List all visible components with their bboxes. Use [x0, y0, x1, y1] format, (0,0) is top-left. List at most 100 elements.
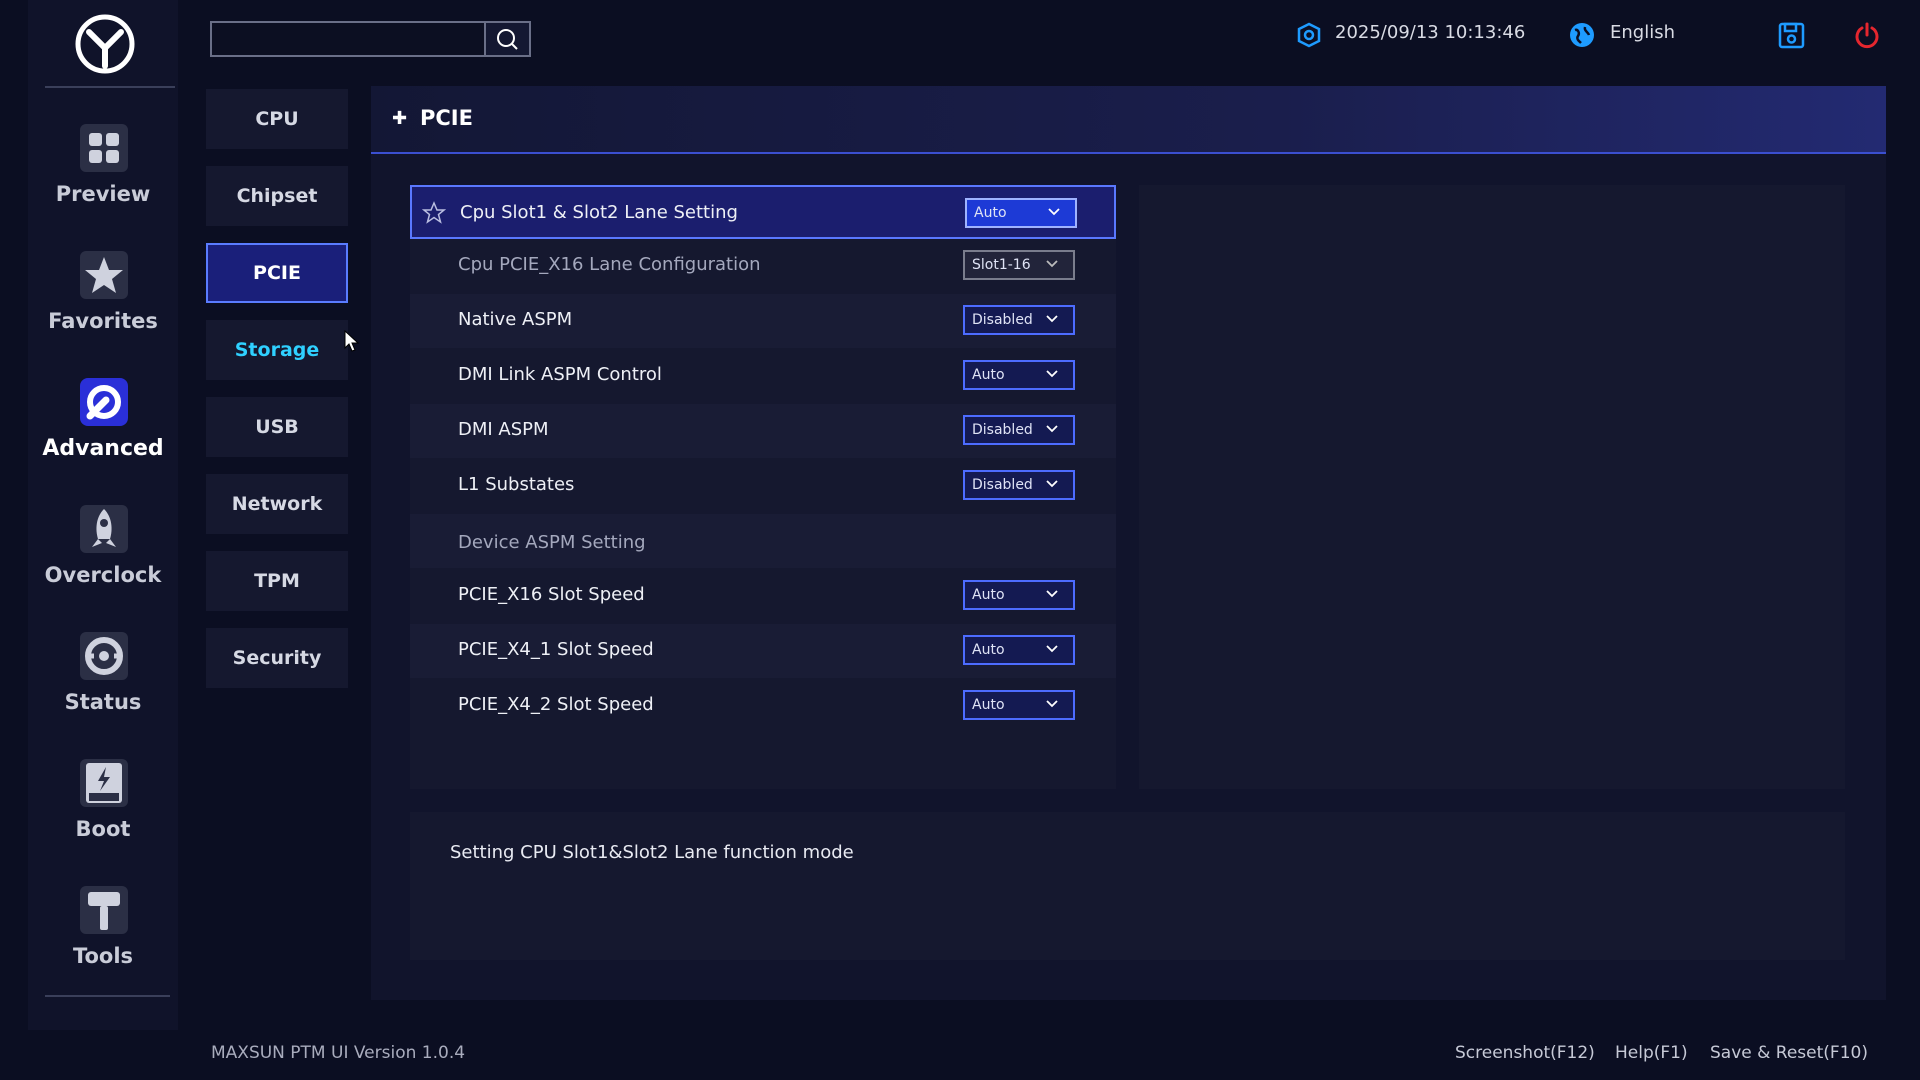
setting-dropdown[interactable]: Auto: [963, 580, 1075, 610]
nav-label: Status: [64, 690, 142, 714]
info-pane: [1139, 185, 1845, 789]
overclock-rocket-icon: [76, 501, 132, 557]
setting-name: DMI Link ASPM Control: [458, 364, 662, 385]
submenu-usb[interactable]: USB: [206, 397, 348, 457]
advanced-wrench-icon: [76, 374, 132, 430]
setting-row[interactable]: L1 Substates Disabled: [410, 459, 1116, 513]
plus-icon: ✚: [392, 108, 408, 129]
save-icon[interactable]: [1778, 22, 1805, 49]
search-button[interactable]: [484, 21, 531, 57]
chevron-down-icon: [1046, 315, 1058, 323]
nav-item-favorites[interactable]: Favorites: [28, 247, 178, 357]
setting-row[interactable]: PCIE_X16 Slot Speed Auto: [410, 569, 1116, 623]
setting-row[interactable]: Native ASPM Disabled: [410, 294, 1116, 348]
setting-dropdown[interactable]: Auto: [963, 690, 1075, 720]
favorites-star-icon: [76, 247, 132, 303]
maxsun-logo-icon: [75, 14, 135, 74]
setting-row[interactable]: DMI ASPM Disabled: [410, 404, 1116, 458]
power-icon[interactable]: [1853, 21, 1881, 49]
setting-row[interactable]: DMI Link ASPM Control Auto: [410, 349, 1116, 403]
nav-item-boot[interactable]: Boot: [28, 755, 178, 865]
page-title: PCIE: [420, 106, 473, 130]
mouse-cursor-icon: [344, 329, 362, 354]
submenu-storage[interactable]: Storage: [206, 320, 348, 380]
setting-dropdown[interactable]: Disabled: [963, 415, 1075, 445]
search-input[interactable]: [210, 21, 486, 57]
nav-item-status[interactable]: Status: [28, 628, 178, 738]
dropdown-value: Auto: [972, 367, 1005, 383]
dropdown-value: Auto: [972, 587, 1005, 603]
screenshot-button[interactable]: Screenshot(F12): [1455, 1043, 1595, 1063]
setting-dropdown[interactable]: Disabled: [963, 470, 1075, 500]
chevron-down-icon: [1046, 590, 1058, 598]
chevron-down-icon: [1046, 645, 1058, 653]
dropdown-value: Auto: [974, 205, 1007, 221]
submenu-security[interactable]: Security: [206, 628, 348, 688]
nav-label: Overclock: [44, 563, 162, 587]
setting-row[interactable]: PCIE_X4_2 Slot Speed Auto: [410, 679, 1116, 733]
search-icon: [497, 29, 518, 50]
help-button[interactable]: Help(F1): [1615, 1043, 1688, 1063]
chevron-down-icon: [1046, 425, 1058, 433]
boot-ssd-icon: [76, 755, 132, 811]
setting-dropdown: Slot1-16: [963, 250, 1075, 280]
chevron-down-icon: [1046, 260, 1058, 268]
help-box: [410, 812, 1845, 960]
nav-label: Advanced: [42, 436, 164, 461]
dropdown-value: Auto: [972, 697, 1005, 713]
chevron-down-icon: [1046, 700, 1058, 708]
setting-dropdown[interactable]: Disabled: [963, 305, 1075, 335]
section-label: Device ASPM Setting: [458, 532, 646, 553]
nav-item-tools[interactable]: Tools: [28, 882, 178, 992]
dropdown-value: Disabled: [972, 477, 1033, 493]
nav-label: Favorites: [48, 309, 158, 333]
chevron-down-icon: [1046, 480, 1058, 488]
star-icon[interactable]: [421, 201, 447, 225]
nav-item-preview[interactable]: Preview: [28, 120, 178, 230]
tools-hammer-icon: [76, 882, 132, 938]
setting-name: DMI ASPM: [458, 419, 549, 440]
version-text: MAXSUN PTM UI Version 1.0.4: [211, 1043, 466, 1063]
setting-name: PCIE_X4_2 Slot Speed: [458, 694, 654, 715]
panel-header: [371, 86, 1886, 154]
settings-hex-icon: [1296, 22, 1322, 48]
nav-label: Preview: [55, 182, 151, 206]
nav-label: Tools: [72, 944, 134, 968]
save-reset-button[interactable]: Save & Reset(F10): [1710, 1043, 1868, 1063]
setting-name: L1 Substates: [458, 474, 575, 495]
help-text: Setting CPU Slot1&Slot2 Lane function mo…: [450, 842, 854, 863]
submenu-cpu[interactable]: CPU: [206, 89, 348, 149]
chevron-down-icon: [1046, 370, 1058, 378]
setting-name: Cpu Slot1 & Slot2 Lane Setting: [460, 202, 738, 223]
dropdown-value: Slot1-16: [972, 257, 1031, 273]
setting-row[interactable]: Cpu Slot1 & Slot2 Lane Setting Auto: [410, 185, 1116, 239]
submenu-network[interactable]: Network: [206, 474, 348, 534]
dropdown-value: Disabled: [972, 422, 1033, 438]
nav-item-overclock[interactable]: Overclock: [28, 501, 178, 611]
submenu-pcie[interactable]: PCIE: [206, 243, 348, 303]
setting-dropdown[interactable]: Auto: [963, 360, 1075, 390]
setting-name: Cpu PCIE_X16 Lane Configuration: [458, 254, 761, 275]
setting-row[interactable]: PCIE_X4_1 Slot Speed Auto: [410, 624, 1116, 678]
nav-item-advanced[interactable]: Advanced: [28, 374, 178, 484]
nav-label: Boot: [75, 817, 131, 841]
setting-dropdown[interactable]: Auto: [965, 198, 1077, 228]
language-selector[interactable]: English: [1610, 22, 1675, 43]
dropdown-value: Disabled: [972, 312, 1033, 328]
datetime: 2025/09/13 10:13:46: [1335, 22, 1526, 43]
setting-name: PCIE_X16 Slot Speed: [458, 584, 645, 605]
setting-row[interactable]: Cpu PCIE_X16 Lane Configuration Slot1-16: [410, 239, 1116, 293]
status-gauge-icon: [76, 628, 132, 684]
rail-divider: [45, 995, 170, 997]
setting-dropdown[interactable]: Auto: [963, 635, 1075, 665]
chevron-down-icon: [1048, 208, 1060, 216]
section-header-row: Device ASPM Setting: [410, 514, 1116, 568]
setting-name: PCIE_X4_1 Slot Speed: [458, 639, 654, 660]
rail-divider: [45, 86, 175, 88]
preview-grid-icon: [76, 120, 132, 176]
setting-name: Native ASPM: [458, 309, 573, 330]
submenu-chipset[interactable]: Chipset: [206, 166, 348, 226]
submenu-tpm[interactable]: TPM: [206, 551, 348, 611]
dropdown-value: Auto: [972, 642, 1005, 658]
globe-icon[interactable]: [1568, 21, 1596, 49]
